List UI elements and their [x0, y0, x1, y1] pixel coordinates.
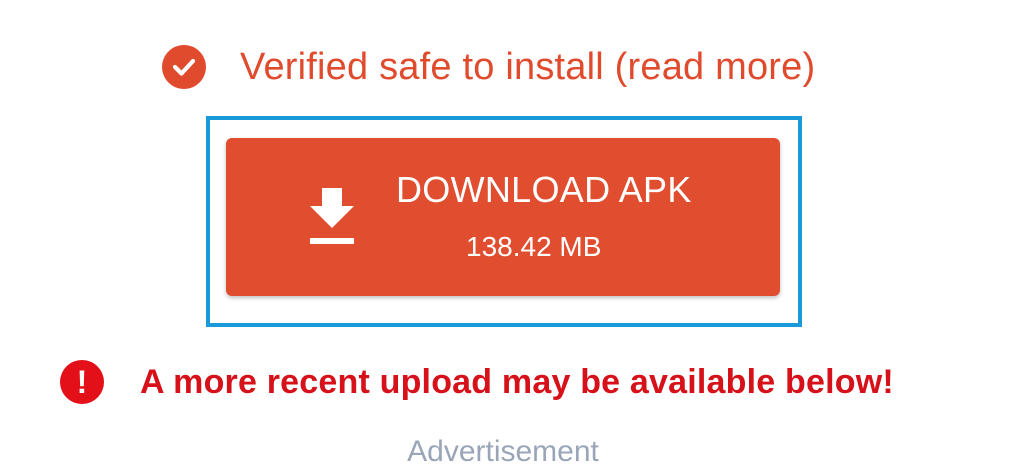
page: Verified safe to install (read more) DOW…	[0, 0, 1014, 468]
recent-upload-warning: ! A more recent upload may be available …	[60, 360, 894, 404]
check-circle-icon	[162, 45, 206, 89]
advertisement-label: Advertisement	[407, 435, 599, 468]
exclamation-circle-icon: !	[60, 360, 104, 404]
download-apk-label: DOWNLOAD APK	[396, 169, 692, 210]
warning-text: A more recent upload may be available be…	[140, 363, 894, 401]
file-size: 138.42 MB	[466, 231, 602, 262]
verified-safe-link[interactable]: Verified safe to install (read more)	[162, 43, 815, 91]
download-icon	[308, 186, 356, 248]
verified-safe-text: Verified safe to install (read more)	[240, 46, 816, 88]
download-apk-button[interactable]: DOWNLOAD APK 138.42 MB	[226, 138, 780, 296]
